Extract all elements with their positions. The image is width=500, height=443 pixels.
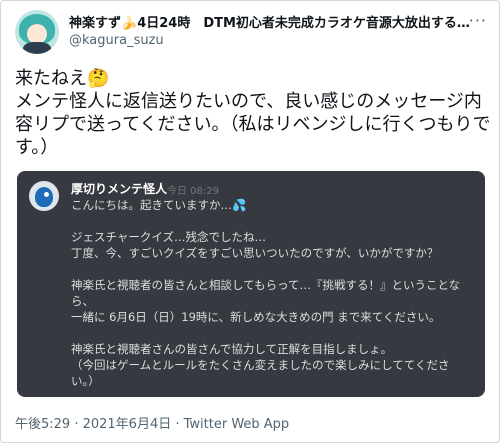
avatar[interactable] [15,10,59,54]
discord-timestamp: 今日 08:29 [167,186,219,197]
user-handle[interactable]: @kagura_suzu [69,33,164,48]
discord-message: こんにちは。起きていますか…💦 ジェスチャークイズ…残念でしたね… 丁度、今、す… [71,198,461,388]
more-options-icon[interactable]: ··· [469,11,487,30]
display-name-text: 神楽すず [69,16,122,31]
avatar-body [23,42,51,54]
display-name[interactable]: 神楽すず🍌4日24時 DTM初心者未完成カラオケ音源大放出する… [69,12,489,31]
discord-screenshot[interactable]: 厚切りメンテ怪人 今日 08:29 こんにちは。起きていますか…💦 ジェスチャー… [17,171,485,397]
banana-emoji-icon: 🍌 [121,16,138,31]
tweet-timestamp[interactable]: 午後5:29 · 2021年6月4日 · Twitter Web App [15,413,289,432]
display-name-suffix: 4日24時 DTM初心者未完成カラオケ音源大放出する… [137,16,470,31]
discord-username: 厚切りメンテ怪人 [71,182,168,196]
discord-avatar-blob [35,187,53,207]
discord-avatar [29,181,59,211]
tweet-text: 来たねえ🤔 メンテ怪人に返信送りたいので、良い感じのメッセージ内容リプで送ってく… [15,68,491,158]
discord-avatar-eye [44,192,49,197]
avatar-face [27,24,47,44]
tweet-card: 神楽すず🍌4日24時 DTM初心者未完成カラオケ音源大放出する… @kagura… [0,0,500,443]
